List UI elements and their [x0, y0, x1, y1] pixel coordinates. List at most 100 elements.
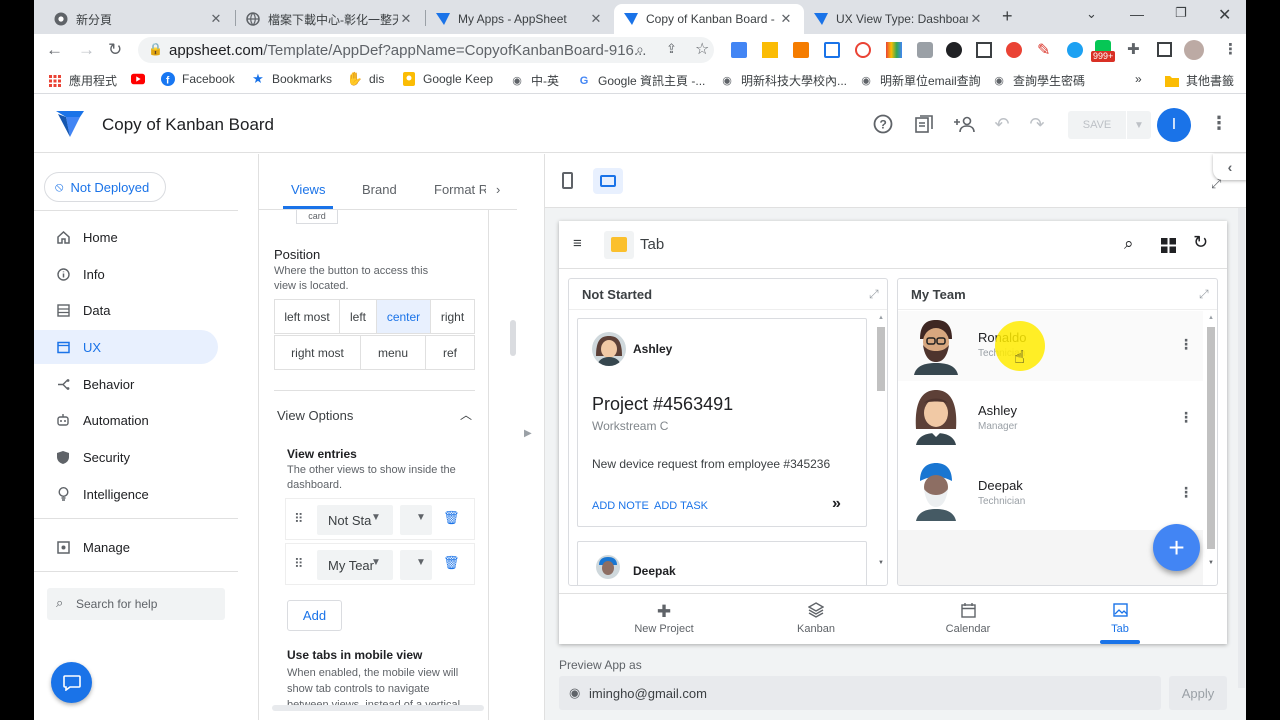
puzzle-icon[interactable]: ✚	[1127, 40, 1140, 58]
extension-icon[interactable]	[824, 42, 840, 58]
close-icon[interactable]: ✕	[398, 11, 414, 27]
nav-manage[interactable]: Manage	[34, 530, 218, 564]
chevron-right-icon[interactable]: ›	[496, 182, 500, 197]
collapse-panel-icon[interactable]: ▶	[524, 428, 532, 439]
help-icon[interactable]: ?	[871, 112, 895, 136]
bookmark-google-dashboard[interactable]: G Google 資訊主頁 -...	[577, 72, 706, 89]
profile-avatar[interactable]	[1184, 40, 1204, 60]
tab-my-apps[interactable]: My Apps - AppSheet ✕	[426, 4, 614, 34]
extension-icon[interactable]	[1006, 42, 1022, 58]
nav-data[interactable]: Data	[34, 293, 218, 327]
nav-intelligence[interactable]: Intelligence	[34, 477, 218, 511]
new-tab-plus-icon[interactable]: +	[1002, 6, 1013, 27]
drag-handle-icon[interactable]: ⠿	[294, 511, 304, 527]
deploy-status-chip[interactable]: ⦸ Not Deployed	[44, 172, 166, 202]
chat-support-button[interactable]	[51, 662, 92, 703]
bookmark-mingxin-campus[interactable]: ◉ 明新科技大學校內...	[720, 72, 847, 89]
more-bookmarks-icon[interactable]: »	[1135, 72, 1142, 86]
other-bookmarks[interactable]: 其他書籤	[1165, 72, 1234, 89]
search-help-input[interactable]: ⌕ Search for help	[47, 588, 225, 620]
position-ref-button[interactable]: ref	[425, 335, 475, 370]
extension-icon[interactable]	[946, 42, 962, 58]
save-dropdown-icon[interactable]: ▼	[1127, 111, 1151, 139]
team-member-row[interactable]: Ashley Manager ⋮	[898, 385, 1203, 455]
tablet-view-button[interactable]	[593, 168, 623, 194]
pen-icon[interactable]: ✎	[1037, 40, 1050, 60]
sidepanel-icon[interactable]	[1157, 42, 1172, 57]
tab-copy-kanban[interactable]: Copy of Kanban Board - ✕	[614, 4, 804, 34]
translate-extension-icon[interactable]	[731, 42, 747, 58]
project-card[interactable]: Deepak	[577, 541, 867, 585]
expand-icon[interactable]: ⤢	[869, 287, 879, 302]
bookmark-dis[interactable]: ✋ dis	[347, 71, 384, 86]
position-menu-button[interactable]: menu	[360, 335, 426, 370]
view-entry-select[interactable]: My Tear	[317, 550, 393, 580]
extension-icon[interactable]	[762, 42, 778, 58]
chevron-left-icon[interactable]: ‹	[1213, 154, 1246, 180]
back-arrow-icon[interactable]: ←	[46, 40, 63, 60]
drag-handle-icon[interactable]: ⠿	[294, 556, 304, 572]
screenshot-icon[interactable]	[976, 42, 992, 58]
redo-icon[interactable]: ↷	[1025, 112, 1049, 136]
preview-scrollbar[interactable]	[1238, 208, 1245, 688]
line-extension-icon[interactable]: 999+	[1091, 40, 1117, 62]
minimize-icon[interactable]: —	[1130, 6, 1144, 22]
reload-icon[interactable]: ↻	[108, 40, 122, 60]
zoom-icon[interactable]: ⌕	[636, 41, 644, 58]
more-vert-icon[interactable]: ⋮	[1210, 113, 1228, 134]
apply-button[interactable]: Apply	[1169, 676, 1227, 710]
project-card[interactable]: Ashley Project #4563491 Workstream C New…	[577, 318, 867, 527]
browser-menu-icon[interactable]: ⋮	[1223, 40, 1238, 58]
position-center-button[interactable]: center	[376, 299, 431, 334]
bookmark-facebook[interactable]: f Facebook	[161, 72, 235, 86]
nav-security[interactable]: Security	[34, 440, 218, 474]
add-fab-button[interactable]: +	[1153, 524, 1200, 571]
nav-automation[interactable]: Automation	[34, 403, 218, 437]
user-avatar[interactable]: I	[1157, 108, 1191, 142]
tab-format-rules[interactable]: Format R	[434, 182, 486, 197]
position-right-most-button[interactable]: right most	[274, 335, 361, 370]
close-icon[interactable]: ✕	[968, 11, 984, 27]
view-type-chip[interactable]: card	[296, 210, 338, 224]
trash-icon[interactable]: 🗑	[443, 510, 460, 526]
double-chevron-icon[interactable]: »	[832, 495, 841, 513]
add-task-button[interactable]: ADD TASK	[654, 500, 708, 512]
restore-icon[interactable]: ❐	[1175, 5, 1187, 21]
nav-behavior[interactable]: Behavior	[34, 367, 218, 401]
share-icon[interactable]: ⇪	[666, 41, 677, 57]
column-scrollbar[interactable]: ▲ ▼	[1206, 315, 1216, 571]
refresh-icon[interactable]: ↻	[1193, 232, 1208, 253]
nav-kanban[interactable]: Kanban	[756, 602, 876, 635]
add-note-button[interactable]: ADD NOTE	[592, 500, 649, 512]
preview-email-input[interactable]: ◉ imingho@gmail.com	[559, 676, 1161, 710]
tab-brand[interactable]: Brand	[362, 182, 397, 197]
grid-view-icon[interactable]	[1161, 238, 1176, 253]
extension-icon[interactable]	[1067, 42, 1083, 58]
search-icon[interactable]: ⌕	[1124, 234, 1134, 254]
close-icon[interactable]: ✕	[778, 11, 794, 27]
more-vert-icon[interactable]: ⋮	[1179, 409, 1193, 426]
add-view-entry-button[interactable]: Add	[287, 600, 342, 631]
close-icon[interactable]: ✕	[208, 11, 224, 27]
save-button[interactable]: SAVE	[1068, 111, 1126, 139]
nav-home[interactable]: Home	[34, 220, 218, 254]
chevron-up-icon[interactable]: ︿	[460, 406, 472, 423]
close-window-icon[interactable]: ✕	[1218, 5, 1231, 25]
team-member-row[interactable]: Ronaldo Technician ⋮	[898, 311, 1203, 381]
expand-icon[interactable]: ⤢	[1199, 287, 1209, 302]
nav-calendar[interactable]: Calendar	[908, 602, 1028, 635]
bookmark-zh-en[interactable]: ◉ 中-英	[510, 72, 559, 89]
horizontal-scrollbar[interactable]	[272, 705, 484, 711]
more-vert-icon[interactable]: ⋮	[1179, 484, 1193, 501]
mobile-view-icon[interactable]	[562, 172, 573, 189]
forward-arrow-icon[interactable]: →	[78, 40, 95, 60]
url-input[interactable]: 🔒 appsheet.com/Template/AppDef?appName=C…	[138, 37, 714, 63]
position-left-most-button[interactable]: left most	[274, 299, 340, 334]
extension-icon[interactable]	[793, 42, 809, 58]
position-left-button[interactable]: left	[339, 299, 377, 334]
tab-download-center[interactable]: 檔案下載中心-彰化一整天 ✕	[236, 4, 424, 34]
trash-icon[interactable]: 🗑	[443, 555, 460, 571]
more-vert-icon[interactable]: ⋮	[1179, 336, 1193, 353]
menu-icon[interactable]: ≡	[573, 235, 582, 252]
bookmark-star-icon[interactable]: ☆	[695, 39, 709, 59]
